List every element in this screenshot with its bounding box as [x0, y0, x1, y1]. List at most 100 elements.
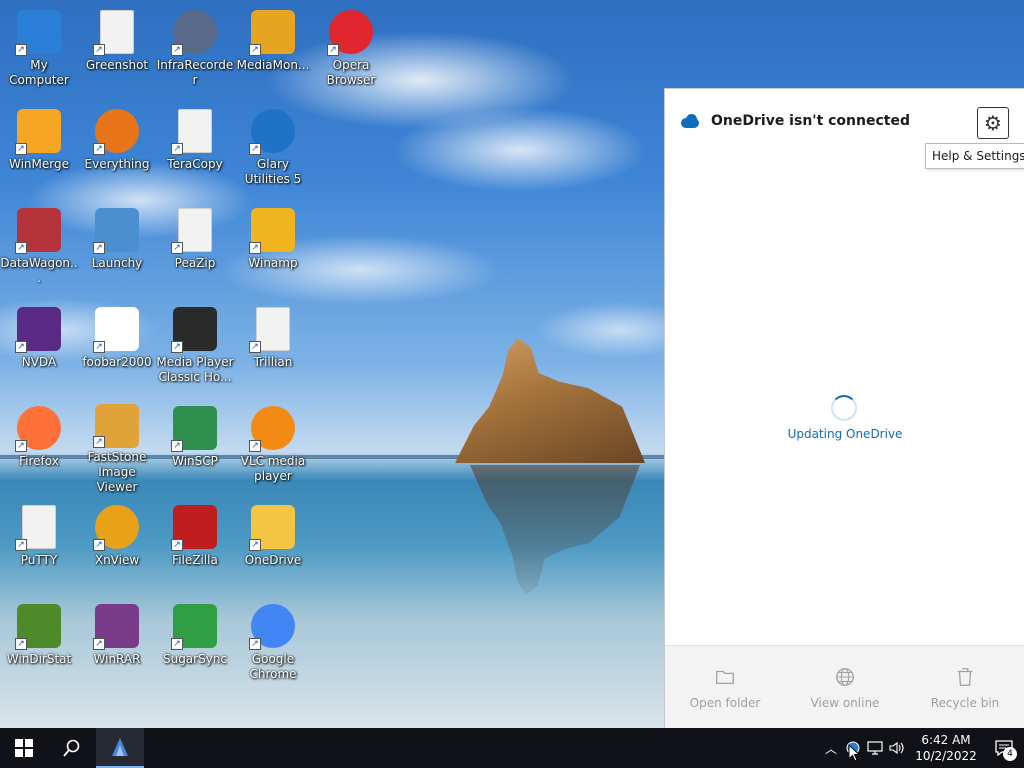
desktop-icon[interactable]: ↗ FastStone Image Viewer [78, 396, 156, 494]
taskbar-app-button[interactable] [96, 728, 144, 768]
shortcut-arrow-icon: ↗ [93, 242, 105, 254]
desktop-icon-label: My Computer [9, 58, 69, 87]
desktop-icon[interactable]: ↗ OneDrive [234, 495, 312, 587]
desktop-icon[interactable]: ↗ WinMerge [0, 99, 78, 191]
onedrive-flyout: OneDrive isn't connected ⚙ Help & Settin… [664, 88, 1024, 729]
shortcut-arrow-icon: ↗ [15, 440, 27, 452]
desktop-icon[interactable]: ↗ Winamp [234, 198, 312, 290]
folder-icon [716, 670, 734, 685]
desktop-icon[interactable]: ↗ VLC media player [234, 396, 312, 488]
open-folder-label: Open folder [689, 696, 761, 710]
desktop-icon[interactable]: ↗ TeraCopy [156, 99, 234, 191]
notification-count-badge: 4 [1003, 747, 1017, 761]
desktop-icon-glyph: ↗ [171, 602, 219, 650]
file-icon [178, 208, 212, 252]
desktop-icon[interactable]: ↗ FileZilla [156, 495, 234, 587]
desktop-icon-label: Trillian [253, 355, 293, 369]
desktop-icon-label: Greenshot [85, 58, 149, 72]
desktop-icon-glyph: ↗ [93, 602, 141, 650]
taskbar: ︿ 6:42 AM 10/2/2022 4 [0, 728, 1024, 768]
recycle-bin-label: Recycle bin [930, 696, 1000, 710]
desktop-icon-label: FileZilla [172, 553, 218, 567]
desktop-icon[interactable]: ↗ Google Chrome [234, 594, 312, 686]
shortcut-arrow-icon: ↗ [15, 539, 27, 551]
desktop-icon-label: Launchy [91, 256, 143, 270]
shortcut-arrow-icon: ↗ [93, 539, 105, 551]
desktop-icon[interactable]: ↗ WinDirStat [0, 594, 78, 686]
desktop-icon-label: WinDirStat [6, 652, 72, 666]
desktop-icon[interactable]: ↗ My Computer [0, 0, 78, 92]
desktop-icon[interactable]: ↗ InfraRecorder [156, 0, 234, 92]
recycle-bin-button[interactable]: Recycle bin [910, 666, 1020, 710]
desktop-icon[interactable]: ↗ WinSCP [156, 396, 234, 488]
desktop-icon[interactable]: ↗ DataWagon... [0, 198, 78, 290]
desktop-icon-glyph: ↗ [15, 503, 63, 551]
view-online-button[interactable]: View online [790, 666, 900, 710]
desktop-icon-label: TeraCopy [167, 157, 223, 171]
onedrive-footer: Open folder View online Recycle bin [665, 645, 1024, 729]
updating-status: Updating OneDrive [787, 427, 903, 441]
desktop-icon[interactable]: ↗ PuTTY [0, 495, 78, 587]
shortcut-arrow-icon: ↗ [93, 638, 105, 650]
desktop-icon-label: WinSCP [172, 454, 218, 468]
desktop-icon[interactable]: ↗ MediaMon... [234, 0, 312, 92]
shortcut-arrow-icon: ↗ [15, 242, 27, 254]
desktop-icon-glyph: ↗ [15, 8, 63, 56]
file-icon [100, 10, 134, 54]
desktop-icon[interactable]: ↗ Everything [78, 99, 156, 191]
desktop-icon-label: XnView [94, 553, 140, 567]
volume-button[interactable] [886, 728, 908, 768]
start-button[interactable] [0, 728, 48, 768]
shortcut-arrow-icon: ↗ [93, 44, 105, 56]
desktop-icon[interactable]: ↗ Launchy [78, 198, 156, 290]
desktop-icon-glyph: ↗ [93, 107, 141, 155]
globe-icon [836, 668, 854, 686]
desktop-icon-glyph: ↗ [249, 206, 297, 254]
desktop-icon[interactable]: ↗ foobar2000 [78, 297, 156, 389]
shortcut-arrow-icon: ↗ [171, 44, 183, 56]
action-center-button[interactable]: 4 [984, 728, 1024, 768]
desktop-icon[interactable]: ↗ NVDA [0, 297, 78, 389]
mouse-cursor-icon [848, 744, 860, 762]
speaker-icon [889, 741, 904, 755]
desktop-icon-glyph: ↗ [249, 602, 297, 650]
desktop-icon-glyph: ↗ [15, 602, 63, 650]
desktop-icon[interactable]: ↗ SugarSync [156, 594, 234, 686]
desktop-icon-glyph: ↗ [15, 404, 63, 452]
desktop-icon[interactable]: ↗ Opera Browser [312, 0, 390, 92]
desktop-icon[interactable]: ↗ Firefox [0, 396, 78, 488]
desktop-icon-glyph: ↗ [93, 305, 141, 353]
onedrive-header: OneDrive isn't connected [679, 113, 910, 129]
desktop-icon[interactable]: ↗ PeaZip [156, 198, 234, 290]
desktop-icon-glyph: ↗ [171, 8, 219, 56]
show-hidden-icons-button[interactable]: ︿ [820, 728, 842, 768]
clock-button[interactable]: 6:42 AM 10/2/2022 [908, 728, 984, 768]
desktop-icon[interactable]: ↗ XnView [78, 495, 156, 587]
desktop-icon[interactable]: ↗ Glary Utilities 5 [234, 99, 312, 191]
search-button[interactable] [48, 728, 96, 768]
desktop-icon-label: WinMerge [9, 157, 69, 171]
shortcut-arrow-icon: ↗ [249, 143, 261, 155]
desktop-icon-glyph: ↗ [15, 305, 63, 353]
desktop-icon-label: SugarSync [162, 652, 228, 666]
shortcut-arrow-icon: ↗ [249, 242, 261, 254]
file-icon [22, 505, 56, 549]
network-button[interactable] [864, 728, 886, 768]
desktop-icon-label: DataWagon... [0, 256, 78, 285]
gear-icon: ⚙ [984, 111, 1002, 135]
desktop-icon[interactable]: ↗ Greenshot [78, 0, 156, 92]
shortcut-arrow-icon: ↗ [93, 436, 105, 448]
desktop-icon-glyph: ↗ [249, 503, 297, 551]
shortcut-arrow-icon: ↗ [15, 341, 27, 353]
open-folder-button[interactable]: Open folder [670, 666, 780, 710]
help-settings-button[interactable]: ⚙ [977, 107, 1009, 139]
desktop-icon-glyph: ↗ [15, 206, 63, 254]
desktop-icon[interactable]: ↗ Media Player Classic Ho... [156, 297, 234, 389]
desktop-icon[interactable]: ↗ Trillian [234, 297, 312, 389]
shortcut-arrow-icon: ↗ [171, 539, 183, 551]
desktop-icon-label: NVDA [21, 355, 57, 369]
wallpaper-rock [455, 338, 645, 463]
shortcut-arrow-icon: ↗ [249, 44, 261, 56]
view-online-label: View online [810, 696, 880, 710]
desktop-icon[interactable]: ↗ WinRAR [78, 594, 156, 686]
